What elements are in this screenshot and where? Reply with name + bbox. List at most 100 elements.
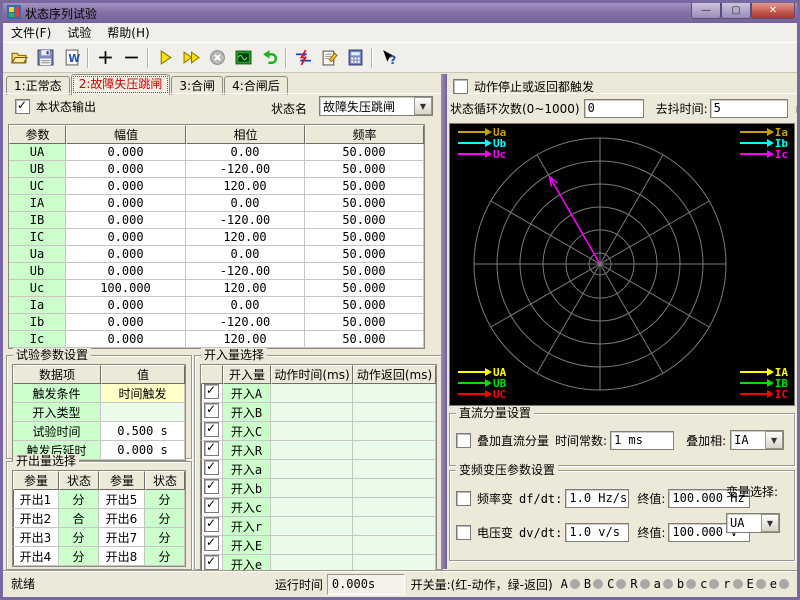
value-cell[interactable]: 时间触发: [101, 384, 185, 403]
waveform-display-icon[interactable]: [230, 46, 256, 70]
dout-state[interactable]: 分: [145, 528, 185, 547]
magnitude-cell[interactable]: 0.000: [66, 195, 186, 212]
save-icon[interactable]: [32, 46, 58, 70]
chevron-down-icon[interactable]: ▼: [765, 431, 783, 449]
dout-state[interactable]: 分: [145, 490, 185, 509]
frequency-cell[interactable]: 50.000: [305, 331, 424, 348]
col-header[interactable]: 状态: [145, 471, 185, 490]
frequency-cell[interactable]: 50.000: [305, 297, 424, 314]
close-button[interactable]: ✕: [751, 3, 795, 19]
dc-tc-input[interactable]: 1 ms: [610, 431, 674, 450]
frequency-cell[interactable]: 50.000: [305, 212, 424, 229]
dout-state[interactable]: 分: [59, 528, 99, 547]
dc-enable-checkbox[interactable]: [456, 433, 471, 448]
add-state-icon[interactable]: [92, 46, 118, 70]
magnitude-cell[interactable]: 0.000: [66, 144, 186, 161]
export-word-icon[interactable]: W: [58, 46, 84, 70]
value-cell[interactable]: 0.000 s: [101, 441, 185, 460]
phase-cell[interactable]: 0.00: [186, 297, 305, 314]
frequency-cell[interactable]: 50.000: [305, 144, 424, 161]
splitter-bar[interactable]: [441, 74, 447, 569]
din-checkbox[interactable]: [204, 536, 219, 551]
magnitude-cell[interactable]: 0.000: [66, 297, 186, 314]
col-header-frequency[interactable]: 频率: [305, 125, 424, 144]
frequency-cell[interactable]: 50.000: [305, 229, 424, 246]
col-header[interactable]: 参量: [99, 471, 145, 490]
din-checkbox[interactable]: [204, 441, 219, 456]
menu-help[interactable]: 帮助(H): [99, 22, 157, 43]
freq-enable-checkbox[interactable]: [456, 491, 471, 506]
magnitude-cell[interactable]: 0.000: [66, 212, 186, 229]
menu-test[interactable]: 试验: [59, 22, 99, 43]
phase-cell[interactable]: 120.00: [186, 280, 305, 297]
volt-enable-checkbox[interactable]: [456, 525, 471, 540]
magnitude-cell[interactable]: 0.000: [66, 314, 186, 331]
col-header[interactable]: 状态: [59, 471, 99, 490]
col-header-phase[interactable]: 相位: [186, 125, 305, 144]
frequency-cell[interactable]: 50.000: [305, 314, 424, 331]
title-bar[interactable]: 状态序列试验 — ▢ ✕: [3, 3, 797, 23]
din-checkbox[interactable]: [204, 517, 219, 532]
frequency-cell[interactable]: 50.000: [305, 195, 424, 212]
col-header[interactable]: 动作返回(ms): [353, 365, 436, 384]
tab-state-2[interactable]: 2:故障失压跳闸: [71, 74, 171, 95]
frequency-cell[interactable]: 50.000: [305, 263, 424, 280]
din-checkbox[interactable]: [204, 422, 219, 437]
magnitude-cell[interactable]: 0.000: [66, 246, 186, 263]
frequency-cell[interactable]: 50.000: [305, 161, 424, 178]
start-test-icon[interactable]: [152, 46, 178, 70]
phase-cell[interactable]: -120.00: [186, 263, 305, 280]
phase-cell[interactable]: 120.00: [186, 178, 305, 195]
frequency-cell[interactable]: 50.000: [305, 280, 424, 297]
state-output-checkbox[interactable]: [15, 99, 30, 114]
phase-cell[interactable]: -120.00: [186, 314, 305, 331]
phase-cell[interactable]: 0.00: [186, 195, 305, 212]
value-cell[interactable]: 0.500 s: [101, 422, 185, 441]
report-icon[interactable]: [316, 46, 342, 70]
stop-icon[interactable]: [204, 46, 230, 70]
fast-run-icon[interactable]: [178, 46, 204, 70]
freq-rate-input[interactable]: 1.0 Hz/s: [565, 489, 629, 508]
magnitude-cell[interactable]: 0.000: [66, 178, 186, 195]
dc-phase-combobox[interactable]: IA ▼: [730, 430, 784, 450]
magnitude-cell[interactable]: 0.000: [66, 229, 186, 246]
phase-cell[interactable]: 0.00: [186, 246, 305, 263]
context-help-icon[interactable]: ?: [376, 46, 402, 70]
magnitude-cell[interactable]: 0.000: [66, 263, 186, 280]
dout-state[interactable]: 分: [145, 547, 185, 566]
maximize-button[interactable]: ▢: [721, 3, 751, 19]
col-header[interactable]: 开入量: [223, 365, 271, 384]
state-name-combobox[interactable]: 故障失压跳闸 ▼: [319, 96, 433, 116]
frequency-cell[interactable]: 50.000: [305, 178, 424, 195]
value-cell[interactable]: [101, 403, 185, 422]
phase-cell[interactable]: 120.00: [186, 229, 305, 246]
phasor-output-icon[interactable]: [290, 46, 316, 70]
remove-state-icon[interactable]: [118, 46, 144, 70]
menu-file[interactable]: 文件(F): [3, 22, 59, 43]
minimize-button[interactable]: —: [691, 3, 721, 19]
col-header-value[interactable]: 值: [101, 365, 185, 384]
din-checkbox[interactable]: [204, 384, 219, 399]
phase-cell[interactable]: 120.00: [186, 331, 305, 348]
phase-cell[interactable]: 0.00: [186, 144, 305, 161]
col-header-dataitem[interactable]: 数据项: [13, 365, 101, 384]
phase-cell[interactable]: -120.00: [186, 161, 305, 178]
din-checkbox[interactable]: [204, 498, 219, 513]
magnitude-cell[interactable]: 100.000: [66, 280, 186, 297]
chevron-down-icon[interactable]: ▼: [414, 97, 432, 115]
calculator-icon[interactable]: [342, 46, 368, 70]
frequency-cell[interactable]: 50.000: [305, 246, 424, 263]
dout-state[interactable]: 分: [59, 547, 99, 566]
col-header-param[interactable]: 参数: [9, 125, 66, 144]
magnitude-cell[interactable]: 0.000: [66, 161, 186, 178]
undo-icon[interactable]: [256, 46, 282, 70]
trigger-mode-checkbox[interactable]: [453, 79, 468, 94]
din-checkbox[interactable]: [204, 403, 219, 418]
magnitude-cell[interactable]: 0.000: [66, 331, 186, 348]
debounce-input[interactable]: 5: [710, 99, 788, 118]
dout-state[interactable]: 分: [145, 509, 185, 528]
dout-state[interactable]: 合: [59, 509, 99, 528]
din-checkbox[interactable]: [204, 479, 219, 494]
dout-state[interactable]: 分: [59, 490, 99, 509]
open-icon[interactable]: [6, 46, 32, 70]
